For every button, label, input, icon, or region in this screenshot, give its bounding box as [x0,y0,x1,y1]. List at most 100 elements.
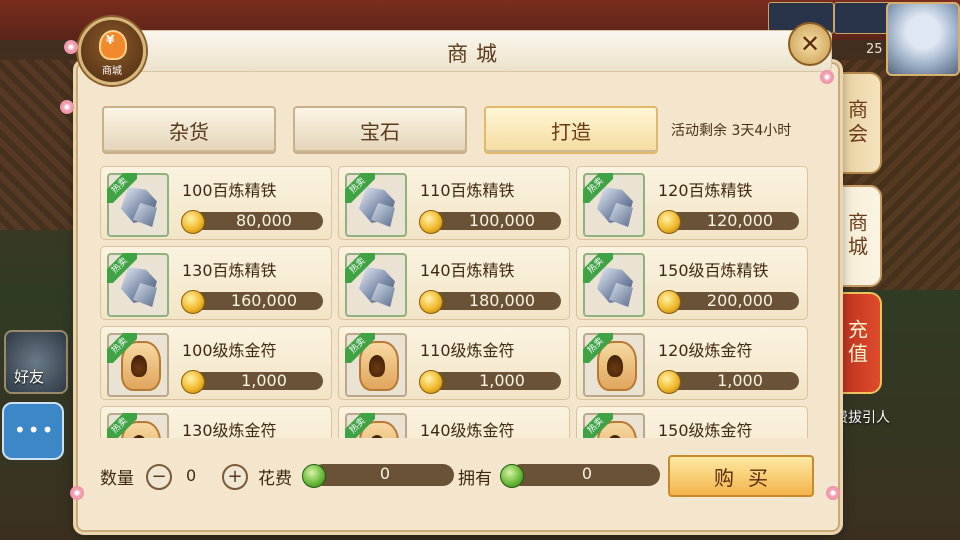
item-grid: 热卖 100百炼精铁 80,000 热卖 110百炼精铁 100,000 热卖 120百炼精铁… [100,166,810,438]
cost-value: 0 [379,464,391,483]
shop-item[interactable]: 热卖 140级炼金符 [338,406,570,438]
shop-logo: ¥ 商城 [78,17,146,85]
item-icon-frame: 热卖 [345,173,407,237]
item-price: 1,000 [241,371,287,390]
yen-symbol: ¥ [106,33,115,47]
shop-item[interactable]: 热卖 120百炼精铁 120,000 [576,166,808,240]
shop-item[interactable]: 热卖 100级炼金符 1,000 [100,326,332,400]
hot-badge-label: 热卖 [583,173,613,203]
item-name: 130百炼精铁 [182,261,277,280]
shop-item[interactable]: 热卖 150级百炼精铁 200,000 [576,246,808,320]
item-name: 140百炼精铁 [420,261,515,280]
shop-item[interactable]: 热卖 130级炼金符 [100,406,332,438]
item-name: 100百炼精铁 [182,181,277,200]
hot-badge: 热卖 [345,253,375,283]
activity-countdown: 活动剩余 3天4小时 [671,123,792,139]
category-zahuo[interactable]: 杂货 [102,106,276,154]
close-icon: ✕ [799,30,821,58]
shop-item[interactable]: 热卖 110级炼金符 1,000 [338,326,570,400]
item-name: 130级炼金符 [182,421,277,438]
item-icon-frame: 热卖 [583,413,645,438]
hot-badge: 热卖 [345,173,375,203]
hot-badge-label: 热卖 [107,333,137,363]
item-price: 1,000 [479,371,525,390]
item-price: 1,000 [717,371,763,390]
flower-decor [64,40,78,54]
hot-badge: 热卖 [107,253,137,283]
gold-coin-icon [181,290,205,314]
hot-badge-label: 热卖 [345,173,375,203]
item-price: 120,000 [706,211,774,230]
item-name: 140级炼金符 [420,421,515,438]
buy-button[interactable]: 购买 [668,455,814,497]
item-name: 120级炼金符 [658,341,753,360]
gold-coin-icon [657,210,681,234]
chat-icon: ••• [14,418,56,442]
shop-item[interactable]: 热卖 100百炼精铁 80,000 [100,166,332,240]
hot-badge-label: 热卖 [583,333,613,363]
item-icon-frame: 热卖 [583,333,645,397]
shop-item[interactable]: 热卖 150级炼金符 [576,406,808,438]
hot-badge: 热卖 [345,413,375,438]
owned-label: 拥有 [458,469,492,489]
hot-badge-label: 热卖 [345,333,375,363]
flower-decor [70,486,84,500]
quantity-label: 数量 [100,469,134,489]
minus-button[interactable]: − [146,464,172,490]
hot-badge-label: 热卖 [107,173,137,203]
hot-badge-label: 热卖 [583,253,613,283]
plus-button[interactable]: + [222,464,248,490]
item-name: 150级百炼精铁 [658,261,769,280]
hud-bar-2 [834,2,894,34]
player-level: 25 [866,42,883,57]
item-price: 200,000 [706,291,774,310]
hot-badge: 热卖 [583,333,613,363]
friend-label: 好友 [14,368,45,386]
category-dazao[interactable]: 打造 [484,106,658,154]
hot-badge-label: 热卖 [107,413,137,438]
item-name: 100级炼金符 [182,341,277,360]
item-price: 180,000 [468,291,536,310]
page-title: 商城 [447,42,505,66]
title-bar: 商城 [120,30,832,72]
hot-badge-label: 热卖 [583,413,613,438]
avatar[interactable] [886,2,960,76]
hot-badge: 热卖 [583,173,613,203]
shop-item[interactable]: 热卖 140百炼精铁 180,000 [338,246,570,320]
jade-coin-icon [500,464,524,488]
gold-coin-icon [181,210,205,234]
item-name: 110百炼精铁 [420,181,515,200]
flower-decor [820,70,834,84]
hot-badge: 热卖 [107,413,137,438]
minus-icon: − [151,466,167,487]
shop-item[interactable]: 热卖 110百炼精铁 100,000 [338,166,570,240]
hot-badge: 热卖 [107,173,137,203]
category-baoshi[interactable]: 宝石 [293,106,467,154]
item-price: 80,000 [236,211,292,230]
item-icon-frame: 热卖 [583,253,645,317]
flower-decor [826,486,840,500]
hot-badge: 热卖 [345,333,375,363]
quantity-value[interactable]: 0 [186,466,196,485]
item-icon-frame: 热卖 [107,333,169,397]
hot-badge: 热卖 [583,413,613,438]
shop-item[interactable]: 热卖 120级炼金符 1,000 [576,326,808,400]
item-name: 120百炼精铁 [658,181,753,200]
flower-decor [60,100,74,114]
gold-coin-icon [657,290,681,314]
owned-value: 0 [581,464,593,483]
item-icon-frame: 热卖 [583,173,645,237]
item-price: 160,000 [230,291,298,310]
item-icon-frame: 热卖 [107,173,169,237]
item-icon-frame: 热卖 [345,333,407,397]
item-icon-frame: 热卖 [107,413,169,438]
hot-badge-label: 热卖 [345,413,375,438]
shop-item[interactable]: 热卖 130百炼精铁 160,000 [100,246,332,320]
plus-icon: + [227,466,243,487]
close-button[interactable]: ✕ [788,22,832,66]
gold-coin-icon [419,290,443,314]
logo-label: 商城 [102,66,122,77]
item-icon-frame: 热卖 [345,253,407,317]
gold-coin-icon [419,370,443,394]
gold-coin-icon [419,210,443,234]
